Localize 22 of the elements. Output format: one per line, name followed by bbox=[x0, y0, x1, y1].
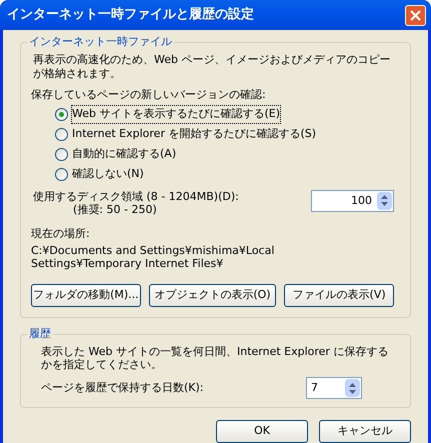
number-spinner[interactable]: 7 bbox=[306, 377, 362, 399]
radio-option[interactable]: 自動的に確認する(A) bbox=[55, 146, 394, 164]
check-label: 保存しているページの新しいバージョンの確認: bbox=[31, 87, 267, 103]
dialog-button[interactable]: オブジェクトの表示(O) bbox=[148, 284, 276, 307]
dialog-button[interactable]: フォルダの移動(M)... bbox=[31, 284, 141, 307]
dialog-button[interactable]: OK bbox=[216, 420, 308, 443]
window-title: インターネット一時ファイルと履歴の設定 bbox=[7, 6, 254, 24]
disk-space-label: 使用するディスク領域 (8 - 1204MB)(D): bbox=[33, 190, 239, 202]
description-text: 表示した Web サイトの一覧を何日間、Internet Explorer に保存するかを指定してください。 bbox=[41, 345, 390, 371]
spinner-value: 100 bbox=[350, 192, 373, 208]
location-label: 現在の場所: bbox=[31, 226, 91, 242]
radio-option[interactable]: Web サイトを表示するたびに確認する(E) bbox=[55, 106, 394, 124]
recommended-hint: (推奨: 50 - 250) bbox=[73, 202, 158, 216]
number-spinner[interactable]: 100 bbox=[311, 190, 394, 212]
radio-option[interactable]: Internet Explorer を開始するたびに確認する(S) bbox=[55, 126, 394, 144]
spinner-value: 7 bbox=[310, 380, 319, 396]
radio-option[interactable]: 確認しない(N) bbox=[55, 166, 394, 184]
days-label: ページを履歴で保持する日数(K): bbox=[41, 380, 204, 396]
dialog-button[interactable]: ファイルの表示(V) bbox=[284, 284, 394, 307]
location-path: C:¥Documents and Settings¥mishima¥Local Settings¥Temporary Internet Files¥ bbox=[31, 244, 276, 270]
dialog-button[interactable]: キャンセル bbox=[319, 420, 411, 443]
description-text: 再表示の高速化のため、Web ページ、イメージおよびメディアのコピーが格納されます。 bbox=[33, 53, 392, 81]
